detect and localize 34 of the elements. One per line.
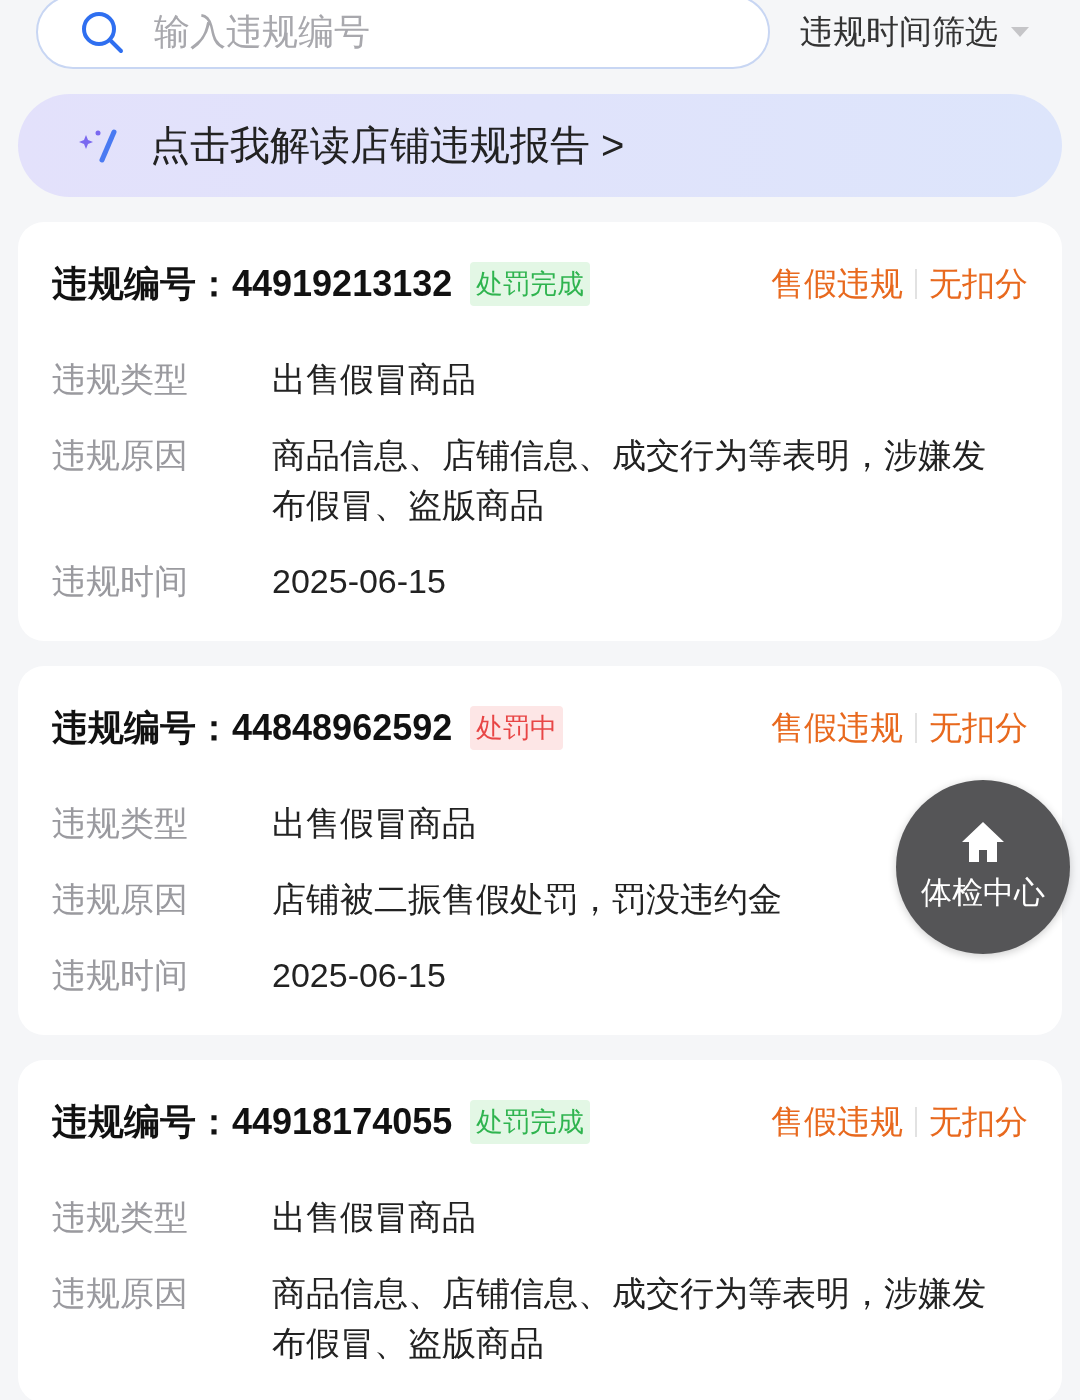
status-tag: 处罚完成 [470, 262, 591, 306]
field-value: 出售假冒商品 [272, 803, 476, 844]
search-box[interactable]: 输入违规编号 [36, 0, 770, 69]
home-icon [960, 820, 1006, 864]
violation-tag: 无扣分 [929, 705, 1028, 751]
field-value: 2025-06-15 [272, 955, 446, 996]
field-label: 违规原因 [52, 1273, 189, 1314]
search-field[interactable]: 输入违规编号 [152, 10, 656, 54]
violation-tag: 售假违规 [771, 705, 903, 751]
violation-tag: 售假违规 [771, 261, 903, 307]
field-value: 2025-06-15 [272, 561, 446, 602]
field-label: 违规原因 [52, 879, 189, 920]
violation-tag: 无扣分 [929, 261, 1028, 307]
violation-number: 违规编号：44918174055 [52, 1099, 453, 1144]
caret-icon [1010, 26, 1030, 38]
status-tag: 处罚完成 [470, 1100, 591, 1144]
field-value: 出售假冒商品 [272, 359, 476, 400]
status-tag: 处罚中 [470, 706, 564, 750]
report-banner[interactable]: 点击我解读店铺违规报告 > [18, 94, 1062, 197]
field-value: 出售假冒商品 [272, 1197, 476, 1238]
field-label: 违规类型 [52, 1197, 189, 1238]
violation-number: 违规编号：44848962592 [52, 705, 453, 750]
violation-number: 违规编号：44919213132 [52, 261, 453, 306]
time-filter-dropdown[interactable]: 违规时间筛选 [800, 9, 1030, 55]
violation-tag: 无扣分 [929, 1099, 1028, 1145]
field-label: 违规原因 [52, 435, 189, 476]
field-value: 商品信息、店铺信息、成交行为等表明，涉嫌发布假冒、盗版商品 [272, 1273, 987, 1364]
field-label: 违规类型 [52, 359, 189, 400]
field-label: 违规类型 [52, 803, 189, 844]
field-label: 违规时间 [52, 561, 189, 602]
field-value: 店铺被二振售假处罚，罚没违约金 [272, 879, 782, 920]
field-label: 违规时间 [52, 955, 189, 996]
field-value: 商品信息、店铺信息、成交行为等表明，涉嫌发布假冒、盗版商品 [272, 435, 987, 526]
violation-tag: 售假违规 [771, 1099, 903, 1145]
